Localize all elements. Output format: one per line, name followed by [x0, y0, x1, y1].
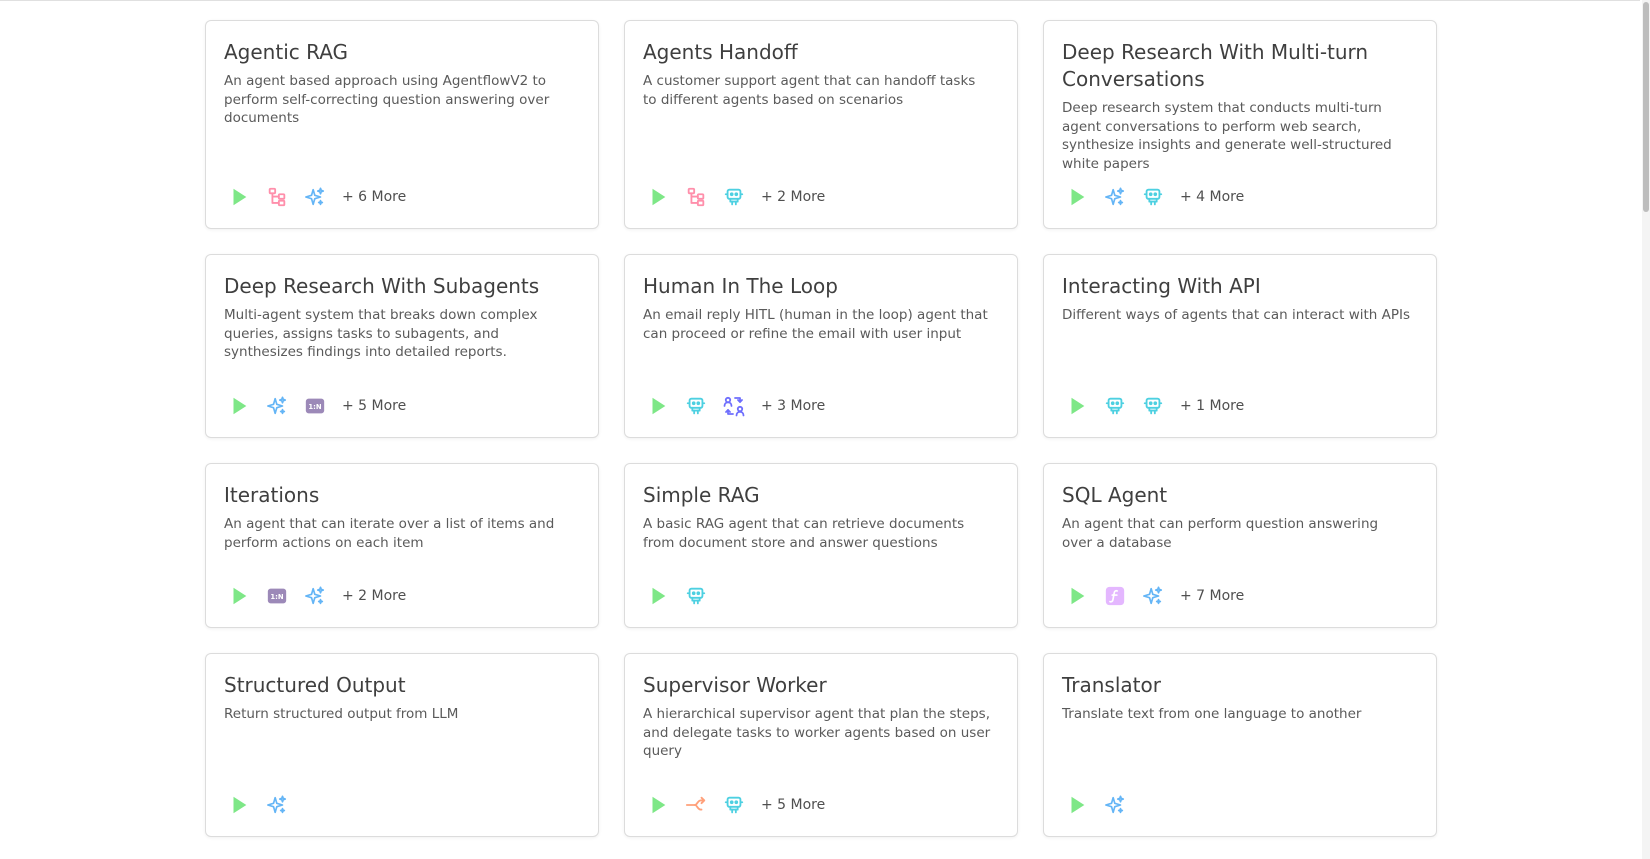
llm-icon	[264, 393, 290, 419]
more-count-label: + 5 More	[342, 398, 407, 414]
template-card[interactable]: Deep Research With Subagents Multi-agent…	[205, 254, 599, 438]
node-icon-row: + 1 More	[1064, 393, 1244, 419]
card-description: Deep research system that conducts multi…	[1062, 100, 1392, 172]
node-icon-row: 1:N + 2 More	[226, 583, 406, 609]
iteration-icon: 1:N	[302, 393, 328, 419]
custom-function-icon	[1102, 583, 1128, 609]
start-icon	[226, 792, 252, 818]
more-count-label: + 3 More	[761, 398, 826, 414]
start-icon	[645, 393, 671, 419]
card-description: Multi-agent system that breaks down comp…	[224, 307, 538, 360]
start-icon	[226, 583, 252, 609]
agent-icon	[1140, 393, 1166, 419]
more-count-label: + 5 More	[761, 797, 826, 813]
start-icon	[226, 393, 252, 419]
card-title: Iterations	[224, 483, 320, 507]
more-count-label: + 6 More	[342, 189, 407, 205]
agent-icon	[683, 393, 709, 419]
template-card[interactable]: Supervisor Worker A hierarchical supervi…	[624, 653, 1018, 837]
llm-icon	[302, 583, 328, 609]
card-title: Deep Research With Multi-turn Conversati…	[1062, 40, 1369, 91]
card-description: A customer support agent that can handof…	[643, 73, 976, 108]
start-icon	[645, 583, 671, 609]
agent-icon	[1102, 393, 1128, 419]
node-icon-row: + 3 More	[645, 393, 825, 419]
node-icon-row	[226, 792, 290, 818]
card-title: Agentic RAG	[224, 40, 349, 64]
node-icon-row: + 2 More	[645, 184, 825, 210]
card-title: Human In The Loop	[643, 274, 838, 298]
template-card[interactable]: Structured Output Return structured outp…	[205, 653, 599, 837]
start-icon	[1064, 583, 1090, 609]
human-input-icon	[721, 393, 747, 419]
template-card[interactable]: Simple RAG A basic RAG agent that can re…	[624, 463, 1018, 628]
card-description: An agent that can iterate over a list of…	[224, 516, 555, 551]
card-title: Supervisor Worker	[643, 673, 827, 697]
card-title: Interacting With API	[1062, 274, 1261, 298]
llm-icon	[1140, 583, 1166, 609]
card-description: A hierarchical supervisor agent that pla…	[643, 706, 991, 759]
card-title: SQL Agent	[1062, 483, 1168, 507]
more-count-label: + 1 More	[1180, 398, 1245, 414]
llm-icon	[1102, 792, 1128, 818]
node-icon-row: + 5 More	[645, 792, 825, 818]
card-description: A basic RAG agent that can retrieve docu…	[643, 516, 965, 551]
scrollbar-thumb[interactable]	[1643, 2, 1649, 212]
template-grid: Agentic RAG An agent based approach usin…	[205, 20, 1437, 837]
agent-icon	[683, 583, 709, 609]
card-title: Translator	[1062, 673, 1161, 697]
iteration-icon: 1:N	[264, 583, 290, 609]
template-card[interactable]: Iterations An agent that can iterate ove…	[205, 463, 599, 628]
node-icon-row: + 6 More	[226, 184, 406, 210]
condition-icon	[683, 184, 709, 210]
node-icon-row: + 7 More	[1064, 583, 1244, 609]
llm-icon	[1102, 184, 1128, 210]
llm-icon	[264, 792, 290, 818]
top-divider	[0, 0, 1640, 1]
card-description: Return structured output from LLM	[224, 706, 459, 722]
card-title: Simple RAG	[643, 483, 760, 507]
node-icon-row	[1064, 792, 1128, 818]
start-icon	[645, 184, 671, 210]
template-card[interactable]: SQL Agent An agent that can perform ques…	[1043, 463, 1437, 628]
template-card[interactable]: Agentic RAG An agent based approach usin…	[205, 20, 599, 229]
start-icon	[226, 184, 252, 210]
start-icon	[1064, 184, 1090, 210]
template-card[interactable]: Translator Translate text from one langu…	[1043, 653, 1437, 837]
more-count-label: + 7 More	[1180, 588, 1245, 604]
condition-icon	[264, 184, 290, 210]
template-card[interactable]: Agents Handoff A customer support agent …	[624, 20, 1018, 229]
template-card[interactable]: Interacting With API Different ways of a…	[1043, 254, 1437, 438]
template-card[interactable]: Human In The Loop An email reply HITL (h…	[624, 254, 1018, 438]
template-card[interactable]: Deep Research With Multi-turn Conversati…	[1043, 20, 1437, 229]
card-description: Translate text from one language to anot…	[1062, 706, 1362, 722]
start-icon	[645, 792, 671, 818]
agent-icon	[721, 792, 747, 818]
vertical-scrollbar[interactable]	[1642, 0, 1650, 859]
loop-icon	[683, 792, 709, 818]
start-icon	[1064, 393, 1090, 419]
card-description: An agent that can perform question answe…	[1062, 516, 1379, 551]
agent-icon	[1140, 184, 1166, 210]
card-description: Different ways of agents that can intera…	[1062, 307, 1411, 323]
agent-icon	[721, 184, 747, 210]
llm-icon	[302, 184, 328, 210]
node-icon-row: + 4 More	[1064, 184, 1244, 210]
card-description: An email reply HITL (human in the loop) …	[643, 307, 988, 342]
card-title: Deep Research With Subagents	[224, 274, 540, 298]
node-icon-row: 1:N + 5 More	[226, 393, 406, 419]
more-count-label: + 4 More	[1180, 189, 1245, 205]
start-icon	[1064, 792, 1090, 818]
more-count-label: + 2 More	[342, 588, 407, 604]
more-count-label: + 2 More	[761, 189, 826, 205]
node-icon-row	[645, 583, 709, 609]
svg-text:1:N: 1:N	[308, 403, 322, 411]
card-description: An agent based approach using AgentflowV…	[224, 73, 550, 126]
svg-text:1:N: 1:N	[270, 593, 284, 601]
card-title: Agents Handoff	[643, 40, 798, 64]
card-title: Structured Output	[224, 673, 406, 697]
